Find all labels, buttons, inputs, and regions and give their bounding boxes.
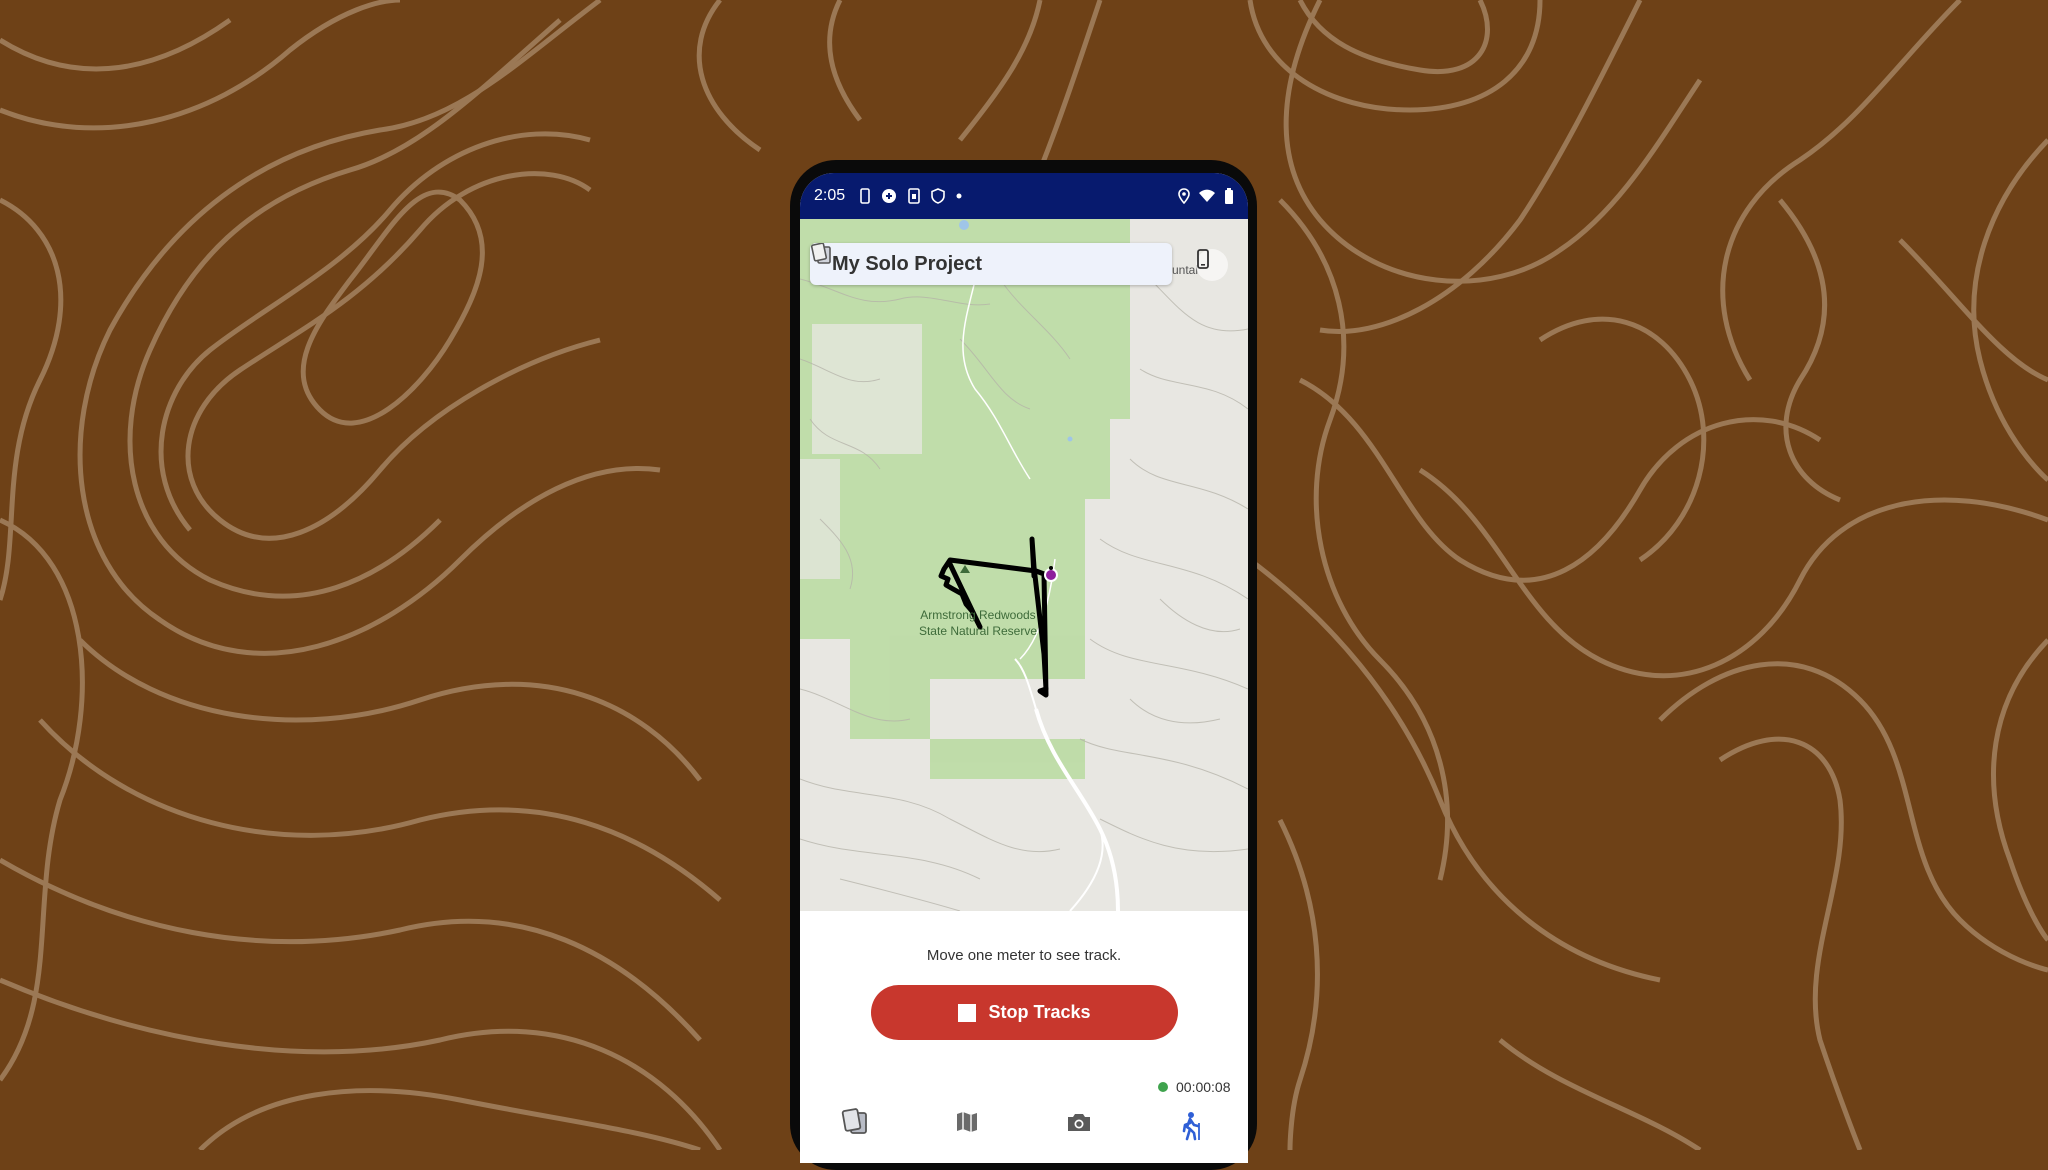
dot-icon	[955, 192, 963, 200]
timer-value: 00:00:08	[1176, 1079, 1231, 1095]
phone-icon	[859, 188, 871, 204]
shield-icon	[931, 188, 945, 204]
project-selector[interactable]: My Solo Project	[810, 243, 1172, 285]
track-hint: Move one meter to see track.	[926, 947, 1122, 964]
status-bar: 2:05	[800, 173, 1248, 219]
hiking-icon	[1178, 1111, 1204, 1141]
status-time: 2:05	[814, 187, 846, 204]
wifi-icon	[1198, 189, 1216, 203]
nav-map[interactable]	[942, 1097, 992, 1147]
map-place-label-partial: untai	[1172, 263, 1199, 277]
map-place-label-line1: Armstrong Redwoods	[920, 608, 1036, 622]
map-canvas	[800, 219, 1248, 911]
settings-icon	[881, 188, 897, 204]
location-icon	[1178, 188, 1190, 204]
stop-tracks-button[interactable]: Stop Tracks	[871, 985, 1178, 1040]
nav-projects[interactable]	[830, 1097, 880, 1147]
sim-icon	[907, 188, 921, 204]
map-place-label-line2: State Natural Reserve	[918, 624, 1038, 638]
battery-icon	[1224, 188, 1234, 204]
track-timer: 00:00:08	[1158, 1079, 1231, 1095]
tracking-panel: Move one meter to see track. Stop Tracks	[800, 911, 1248, 1163]
device-button[interactable]	[1196, 249, 1228, 281]
stop-icon	[958, 1003, 977, 1022]
map-view[interactable]: My Solo Project untai Armstrong Redwoods…	[800, 219, 1248, 911]
stop-tracks-label: Stop Tracks	[988, 1002, 1091, 1022]
map-place-label: Armstrong Redwoods State Natural Reserve	[908, 607, 1048, 639]
bottom-navigation: 00:00:08	[800, 1079, 1248, 1141]
nav-tracking[interactable]	[1166, 1101, 1216, 1151]
map-icon	[955, 1110, 979, 1134]
nav-camera[interactable]	[1054, 1097, 1104, 1147]
project-title: My Solo Project	[832, 252, 983, 275]
recording-dot	[1158, 1082, 1168, 1092]
phone-screen: 2:05 My Solo Project untai Armstrong Red…	[800, 173, 1248, 1163]
projects-icon	[840, 1108, 870, 1136]
camera-icon	[1066, 1111, 1092, 1133]
